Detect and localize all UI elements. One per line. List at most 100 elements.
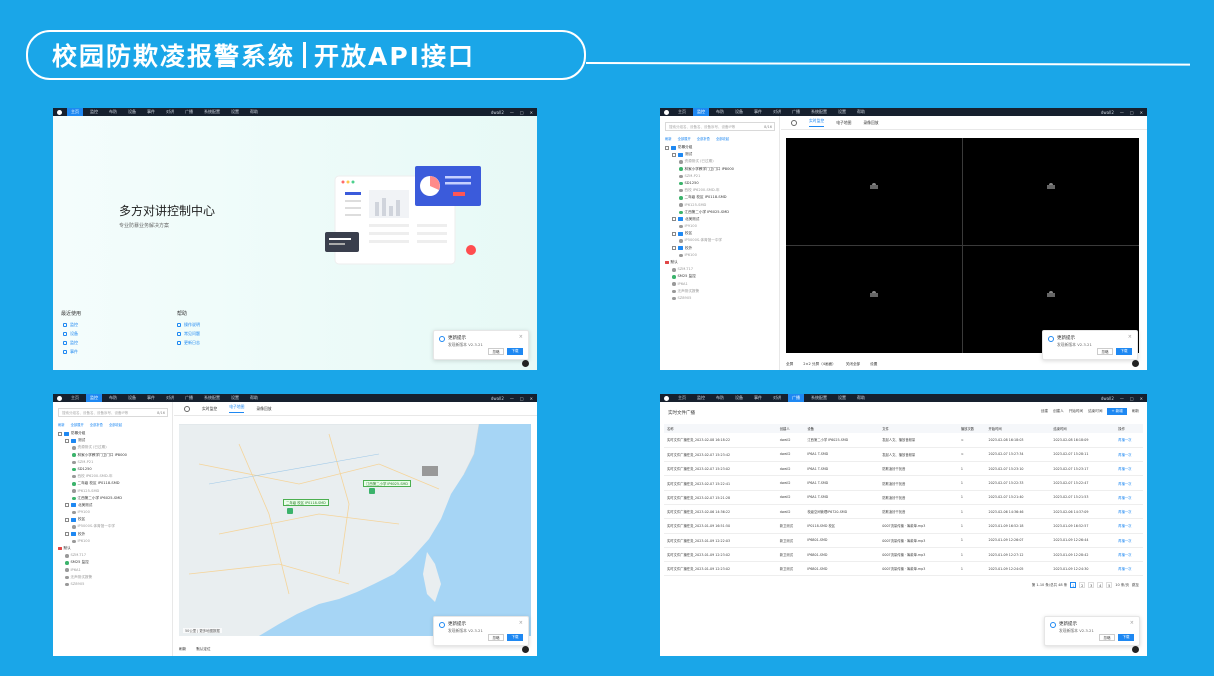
nav-tab-defense[interactable]: 布防 — [712, 394, 728, 402]
page-button[interactable]: 5 — [1106, 582, 1113, 588]
nav-tab-help[interactable]: 帮助 — [246, 394, 262, 402]
nav-tab-settings[interactable]: 设置 — [834, 394, 850, 402]
later-button[interactable]: 忽略 — [488, 348, 504, 355]
nav-tab-sysconfig[interactable]: 系统配置 — [200, 394, 224, 402]
tree-node[interactable]: 二年级 校区 IP0118-SMD — [665, 194, 777, 201]
close-icon[interactable]: × — [1130, 620, 1134, 626]
expand-toggle-icon[interactable] — [672, 217, 676, 222]
tree-node[interactable]: 无声测试报警 — [665, 288, 777, 295]
expand-toggle-icon[interactable] — [65, 503, 69, 508]
fold-all-button[interactable]: 全部收起 — [716, 136, 729, 141]
tab-map[interactable]: 电子地图 — [229, 404, 245, 413]
replay-link[interactable]: 再播一次 — [1115, 475, 1143, 491]
expand-toggle-icon[interactable] — [65, 517, 69, 522]
nav-tab-event[interactable]: 事件 — [143, 394, 159, 402]
nav-tab-sysconfig[interactable]: 系统配置 — [807, 394, 831, 402]
tree-node[interactable]: IP5000S-体育馆一中学 — [665, 237, 777, 244]
nav-tab-device[interactable]: 设备 — [124, 108, 140, 116]
search-input[interactable]: 搜索分组名、设备名、设备序号、设备IP等 8/16 — [58, 408, 168, 417]
nav-tab-sysconfig[interactable]: 系统配置 — [200, 108, 224, 116]
user-name[interactable]: dwall2 — [1101, 396, 1114, 401]
user-name[interactable]: dwall2 — [1101, 110, 1114, 115]
tree-node[interactable]: IP6100 — [665, 252, 777, 259]
tree-node[interactable]: 北美测试 — [665, 216, 777, 223]
nav-tab-event[interactable]: 事件 — [143, 108, 159, 116]
tab-playback[interactable]: 录像回放 — [863, 120, 878, 126]
tree-node[interactable]: 西校 IP6200-SMD-年 — [58, 473, 170, 480]
tree-node[interactable]: SZM-T17 — [58, 552, 170, 559]
tree-node[interactable]: IP6125-SMD — [58, 488, 170, 495]
nav-tab-broadcast[interactable]: 广播 — [788, 394, 804, 402]
later-button[interactable]: 忽略 — [488, 634, 504, 641]
default-location-button[interactable]: 默认定位 — [196, 647, 210, 652]
nav-tab-broadcast[interactable]: 广播 — [181, 108, 197, 116]
nav-tab-intercom[interactable]: 对讲 — [162, 394, 178, 402]
support-icon[interactable] — [1132, 360, 1139, 367]
download-button[interactable]: 下载 — [1118, 634, 1134, 641]
filter-end-time[interactable]: 结束时间 — [1088, 409, 1102, 414]
camera-marker-icon[interactable] — [369, 488, 375, 494]
expand-toggle-icon[interactable] — [672, 246, 676, 251]
later-button[interactable]: 忽略 — [1099, 634, 1115, 641]
nav-tab-broadcast[interactable]: 广播 — [788, 108, 804, 116]
later-button[interactable]: 忽略 — [1097, 348, 1113, 355]
replay-link[interactable]: 再播一次 — [1115, 447, 1143, 463]
settings-button[interactable]: 设置 — [870, 362, 877, 367]
user-name[interactable]: dwall2 — [491, 396, 504, 401]
tree-node[interactable]: 防暴分组 — [58, 430, 170, 437]
tree-node[interactable]: 测试 — [665, 151, 777, 158]
nav-tab-event[interactable]: 事件 — [750, 108, 766, 116]
recent-item[interactable]: 事件 — [63, 349, 78, 355]
map-marker-label[interactable]: 二年级 校区 IP0118-SMD — [283, 499, 329, 506]
tree-node[interactable]: 防暴分组 — [665, 144, 777, 151]
expand-toggle-icon[interactable] — [665, 145, 669, 150]
download-button[interactable]: 下载 — [507, 634, 523, 641]
recent-item[interactable]: 监控 — [63, 340, 78, 346]
close-button[interactable]: ✕ — [530, 396, 533, 401]
tree-node[interactable]: SZM-P21 — [665, 173, 777, 180]
tree-node[interactable]: 西校 IP6200-SMD-年 — [665, 187, 777, 194]
replay-link[interactable]: 再播一次 — [1115, 547, 1143, 563]
tree-node[interactable]: SD1250 — [665, 180, 777, 187]
page-button[interactable]: 4 — [1097, 582, 1104, 588]
refresh-button[interactable]: 刷新 — [179, 647, 186, 652]
nav-tab-help[interactable]: 帮助 — [853, 108, 869, 116]
close-button[interactable]: ✕ — [1140, 396, 1143, 401]
tree-node[interactable]: IP6125-SMD — [665, 202, 777, 209]
nav-tab-help[interactable]: 帮助 — [853, 394, 869, 402]
nav-tab-home[interactable]: 主页 — [674, 108, 690, 116]
replay-link[interactable]: 再播一次 — [1115, 490, 1143, 505]
nav-tab-device[interactable]: 设备 — [731, 108, 747, 116]
split-select[interactable]: 2×2 分屏（4画面） — [803, 362, 836, 367]
maximize-button[interactable]: □ — [1130, 396, 1134, 401]
minimize-button[interactable]: — — [510, 110, 514, 115]
close-button[interactable]: ✕ — [1140, 110, 1143, 115]
replay-link[interactable]: 再播一次 — [1115, 518, 1143, 534]
tree-node[interactable]: IP9100 — [665, 223, 777, 230]
tree-node[interactable]: IP6A1 — [665, 281, 777, 288]
recent-item[interactable]: 监控 — [63, 322, 78, 328]
filter-created[interactable]: 创建 — [1041, 409, 1048, 414]
maximize-button[interactable]: □ — [520, 396, 524, 401]
nav-tab-sysconfig[interactable]: 系统配置 — [807, 108, 831, 116]
close-button[interactable]: ✕ — [530, 110, 533, 115]
nav-tab-event[interactable]: 事件 — [750, 394, 766, 402]
tree-node[interactable]: SD1250 — [58, 466, 170, 473]
expand-toggle-icon[interactable] — [58, 431, 62, 436]
tree-node[interactable]: 北美测试 — [58, 502, 170, 509]
recent-item[interactable]: 设备 — [63, 331, 78, 337]
tree-node[interactable]: 默认 — [665, 259, 777, 266]
tree-node[interactable]: 校区 — [58, 516, 170, 523]
add-button[interactable]: + 新增 — [1107, 408, 1127, 415]
tree-node[interactable]: 校外 — [58, 531, 170, 538]
tree-node[interactable]: IP5000S-体育馆一中学 — [58, 523, 170, 530]
tree-node[interactable]: 林家小学教学门卫门口 IP8000 — [58, 452, 170, 459]
nav-tab-monitor[interactable]: 监控 — [693, 108, 709, 116]
nav-tab-intercom[interactable]: 对讲 — [769, 394, 785, 402]
replay-link[interactable]: 再播一次 — [1115, 533, 1143, 548]
help-item[interactable]: 更新日志 — [177, 340, 200, 346]
user-name[interactable]: dwall2 — [491, 110, 504, 115]
page-button[interactable]: 1 — [1070, 582, 1077, 588]
nav-tab-settings[interactable]: 设置 — [227, 108, 243, 116]
page-size-select[interactable]: 10 条/页 — [1115, 583, 1129, 588]
